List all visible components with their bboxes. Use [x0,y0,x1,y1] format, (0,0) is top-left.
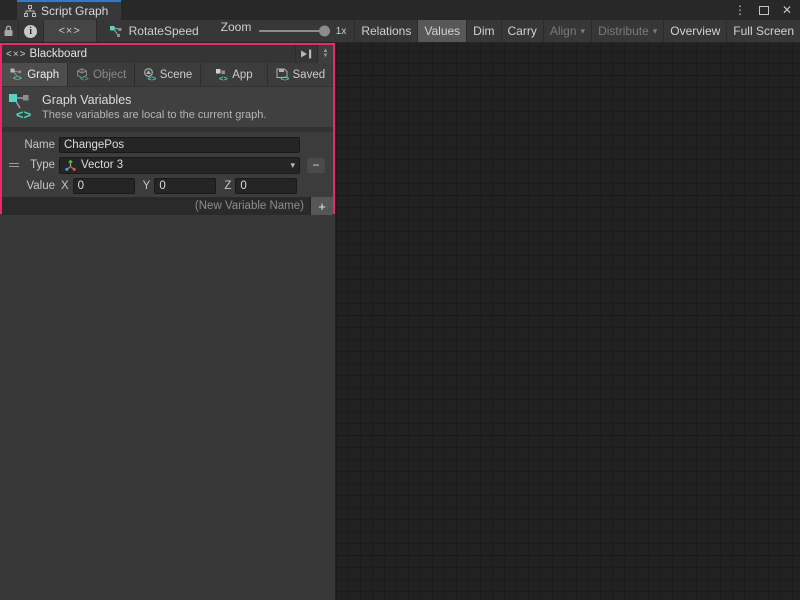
zoom-slider[interactable] [259,20,329,42]
carry-button[interactable]: Carry [502,20,544,42]
svg-text:<>: <> [219,74,228,81]
y-value-input[interactable] [154,178,216,194]
app-tab-icon: <> [215,68,228,81]
window-controls: ⋮ ✕ [734,0,792,20]
section-subtitle: These variables are local to the current… [42,109,266,121]
zoom-slider-handle[interactable] [319,26,330,37]
caret-down-icon: ▾ [581,26,586,37]
relations-button[interactable]: Relations [355,20,418,42]
add-variable-button[interactable]: + [310,197,333,215]
tab-object[interactable]: <> Object [68,63,133,86]
tab-graph[interactable]: <> Graph [2,63,67,86]
caret-down-icon: ▾ [653,26,658,37]
script-graph-icon [24,5,36,17]
info-icon: i [24,25,37,38]
svg-text:<>: <> [16,107,32,122]
graph-toolbar: i <×> RotateSpeed Zoom 1x Relations Valu… [0,20,800,43]
lock-button[interactable] [0,20,19,42]
svg-text:<>: <> [80,74,89,81]
blackboard-highlighted-region: <×> Blackboard ▲ ▼ <> G [0,43,335,214]
drag-handle-icon[interactable] [9,163,19,169]
tab-script-graph[interactable]: Script Graph [17,0,121,20]
tab-scene[interactable]: <> Scene [135,63,200,86]
variable-name-row: Name [2,135,333,155]
dock-button[interactable] [295,45,317,63]
bolt-unit-button[interactable]: <×> [44,20,97,42]
dim-button[interactable]: Dim [467,20,501,42]
graph-canvas[interactable] [335,43,800,600]
variable-editor: Name Type Vector 3 ▾ − [2,132,333,197]
scene-tab-icon: <> [143,68,156,81]
menu-icon[interactable]: ⋮ [734,4,746,16]
vector3-icon [64,159,77,172]
blackboard-header[interactable]: <×> Blackboard ▲ ▼ [2,45,333,63]
fullscreen-button[interactable]: Full Screen [727,20,800,42]
bolt-icon: <×> [2,49,30,60]
lock-icon [3,25,14,37]
graph-variables-section-header: <> Graph Variables These variables are l… [2,86,333,127]
info-button[interactable]: i [19,20,44,42]
z-axis-label: Z [224,180,231,192]
overview-button[interactable]: Overview [664,20,727,42]
graph-icon [109,25,123,38]
values-button[interactable]: Values [418,20,467,42]
type-dropdown[interactable]: Vector 3 ▾ [59,157,300,174]
svg-text:<>: <> [13,74,22,82]
current-graph[interactable]: RotateSpeed [97,20,199,42]
new-variable-row: + [2,197,333,215]
value-label: Value [2,180,59,192]
z-value-input[interactable] [235,178,297,194]
bolt-icon: <×> [58,25,80,37]
saved-tab-icon: <> [276,68,289,81]
zoom-label: Zoom [221,20,252,42]
remove-variable-button[interactable]: − [307,158,325,173]
tab-app[interactable]: <> App [201,63,266,86]
tab-title: Script Graph [41,4,108,18]
variable-value-row: Value X Y Z [2,175,333,197]
align-dropdown[interactable]: Align ▾ [544,20,592,42]
graph-name-label: RotateSpeed [129,24,199,38]
dock-icon [300,49,313,59]
svg-text:<>: <> [147,74,156,81]
new-variable-input[interactable] [2,197,310,215]
variable-name-input[interactable] [59,137,300,153]
plus-icon: + [318,199,326,214]
toolbar-button-group: Relations Values Dim Carry Align ▾ Distr… [354,20,800,42]
blackboard-tabs: <> Graph <> Object <> Scene [2,63,333,86]
object-tab-icon: <> [76,68,89,81]
maximize-icon[interactable] [759,6,769,15]
blackboard-title: Blackboard [30,48,295,60]
name-label: Name [2,139,59,151]
y-axis-label: Y [143,180,151,192]
tab-saved[interactable]: <> Saved [268,63,333,86]
svg-text:<>: <> [280,74,289,81]
graph-tab-icon: <> [10,68,23,81]
x-value-input[interactable] [73,178,135,194]
type-value: Vector 3 [81,159,123,171]
caret-down-icon: ▾ [290,160,295,171]
section-title: Graph Variables [42,93,266,107]
x-axis-label: X [61,180,69,192]
distribute-dropdown[interactable]: Distribute ▾ [592,20,664,42]
spinner-down-icon[interactable]: ▼ [323,54,329,59]
window-tab-bar: Script Graph ⋮ ✕ [0,0,800,20]
close-icon[interactable]: ✕ [782,4,792,16]
zoom-value: 1x [336,26,347,37]
variable-type-row: Type Vector 3 ▾ − [2,155,333,175]
panel-scroll-spinner[interactable]: ▲ ▼ [317,45,333,63]
blackboard-panel: <×> Blackboard ▲ ▼ <> G [0,43,335,600]
graph-variables-icon: <> [2,92,42,122]
